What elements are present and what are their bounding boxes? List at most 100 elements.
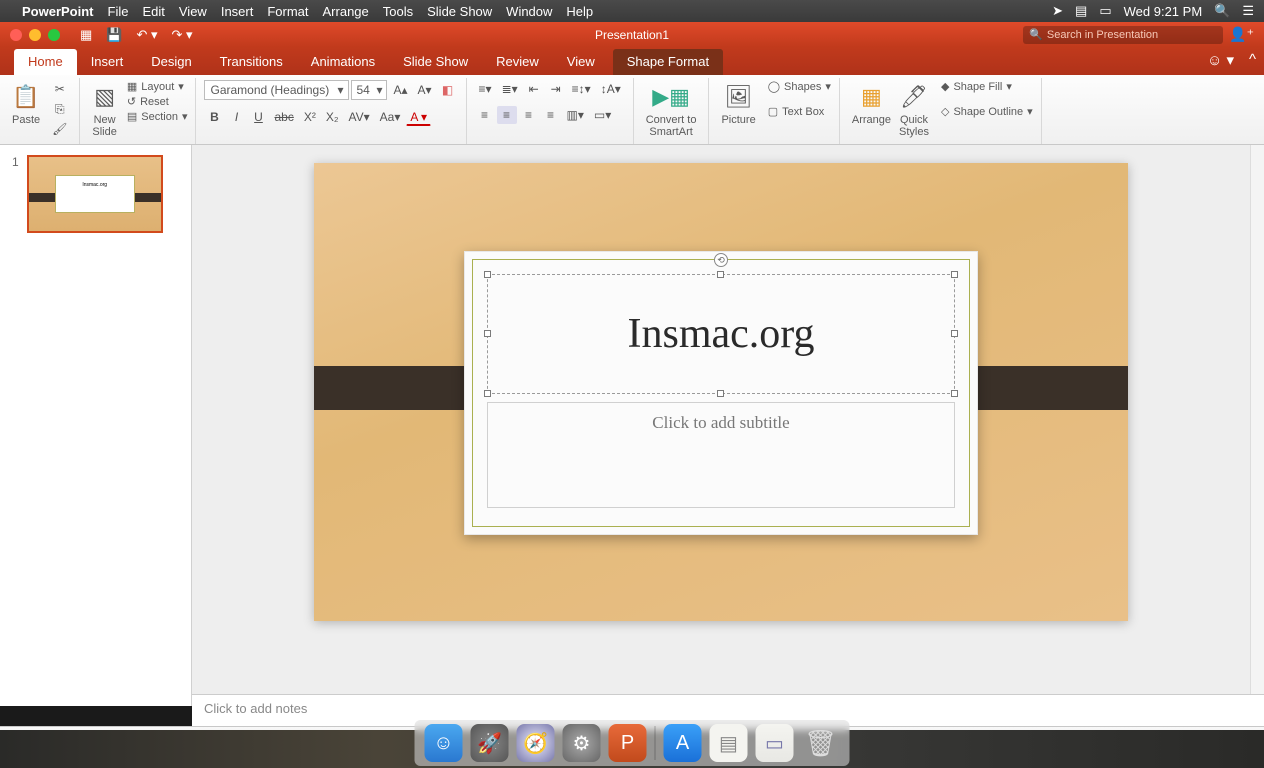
dock-appstore-icon[interactable]: A [664,724,702,762]
undo-icon[interactable]: ↶ ▾ [136,27,157,43]
app-name[interactable]: PowerPoint [22,4,94,19]
shape-fill-button[interactable]: ◆ Shape Fill ▾ [941,80,1033,93]
zoom-button[interactable] [48,29,60,41]
rotate-handle[interactable]: ⟲ [714,253,728,267]
text-direction-button[interactable]: ↕A▾ [597,80,625,98]
outdent-button[interactable]: ⇤ [524,80,544,98]
font-size-select[interactable]: 54▾ [351,80,387,100]
clock[interactable]: Wed 9:21 PM [1124,4,1203,19]
shapes-button[interactable]: ◯ Shapes ▾ [768,80,831,93]
dock-powerpoint-icon[interactable]: P [609,724,647,762]
dock-safari-icon[interactable]: 🧭 [517,724,555,762]
change-case-button[interactable]: Aa▾ [376,108,405,126]
minimize-button[interactable] [29,29,41,41]
cursor-icon[interactable]: ➤ [1052,3,1063,19]
title-textbox[interactable]: ⟲ Insmac.org [487,274,955,394]
reset-button[interactable]: ↺ Reset [127,95,188,108]
tab-home[interactable]: Home [14,49,77,75]
tab-slideshow[interactable]: Slide Show [389,49,482,75]
cut-button[interactable]: ✂ [48,80,71,98]
spotlight-icon[interactable]: 🔍 [1214,3,1230,19]
subscript-button[interactable]: X₂ [322,108,343,126]
list-icon[interactable]: ☰ [1242,3,1254,19]
menu-tools[interactable]: Tools [383,4,413,19]
handle-br[interactable] [951,390,958,397]
handle-tl[interactable] [484,271,491,278]
new-slide-button[interactable]: ▧ New Slide [88,80,120,140]
battery-icon[interactable]: ▭ [1099,3,1111,19]
menu-arrange[interactable]: Arrange [323,4,369,19]
feedback-icon[interactable]: ☺ ▾ [1207,51,1234,69]
line-spacing-button[interactable]: ≡↕▾ [568,80,595,98]
align-text-button[interactable]: ▭▾ [590,106,615,124]
convert-smartart-button[interactable]: ▶▦ Convert to SmartArt [642,80,701,140]
align-left-button[interactable]: ≡ [475,106,495,124]
menu-file[interactable]: File [108,4,129,19]
picture-button[interactable]: 🖼 Picture [717,80,759,128]
tab-review[interactable]: Review [482,49,553,75]
bullets-button[interactable]: ≡▾ [475,80,496,98]
layout-button[interactable]: ▦ Layout ▾ [127,80,188,93]
underline-button[interactable]: U [248,108,268,126]
share-icon[interactable]: 👤⁺ [1229,26,1254,43]
format-painter-button[interactable]: 🖌 [48,120,71,138]
menu-help[interactable]: Help [566,4,593,19]
arrange-button[interactable]: ▦ Arrange [848,80,895,128]
handle-bl[interactable] [484,390,491,397]
handle-t[interactable] [717,271,724,278]
handle-r[interactable] [951,330,958,337]
redo-icon[interactable]: ↷ ▾ [172,27,193,43]
section-button[interactable]: ▤ Section ▾ [127,110,188,123]
menu-format[interactable]: Format [267,4,308,19]
handle-l[interactable] [484,330,491,337]
font-family-select[interactable]: Garamond (Headings)▾ [204,80,349,100]
quick-styles-button[interactable]: 🖊 Quick Styles [895,80,933,140]
tab-shape-format[interactable]: Shape Format [613,49,723,75]
strike-button[interactable]: abc [270,108,297,126]
textbox-button[interactable]: ▢ Text Box [768,105,831,118]
grow-font-button[interactable]: A▴ [389,81,411,99]
save-icon[interactable]: 💾 [106,27,122,43]
indent-button[interactable]: ⇥ [546,80,566,98]
clear-format-button[interactable]: ◧ [438,81,458,99]
numbering-button[interactable]: ≣▾ [498,80,522,98]
menu-edit[interactable]: Edit [142,4,164,19]
slide-canvas-area[interactable]: ⟲ Insmac.org Click to add subtitle [192,145,1264,706]
char-spacing-button[interactable]: AV▾ [345,108,374,126]
title-text[interactable]: Insmac.org [627,310,814,358]
search-field[interactable]: 🔍 Search in Presentation [1023,26,1223,44]
menu-view[interactable]: View [179,4,207,19]
dock-folder-icon[interactable]: ▭ [756,724,794,762]
menu-slideshow[interactable]: Slide Show [427,4,492,19]
handle-b[interactable] [717,390,724,397]
subtitle-textbox[interactable]: Click to add subtitle [487,402,955,508]
dock-trash-icon[interactable]: 🗑 [802,724,840,762]
dock-launchpad-icon[interactable]: 🚀 [471,724,509,762]
display-icon[interactable]: ▤ [1075,3,1087,19]
dock-preferences-icon[interactable]: ⚙ [563,724,601,762]
tab-design[interactable]: Design [137,49,205,75]
view-mode-icon[interactable]: ▦ [80,27,92,43]
shrink-font-button[interactable]: A▾ [414,81,436,99]
align-right-button[interactable]: ≡ [519,106,539,124]
copy-button[interactable]: ⎘ [48,100,71,118]
tab-view[interactable]: View [553,49,609,75]
tab-transitions[interactable]: Transitions [206,49,297,75]
tab-insert[interactable]: Insert [77,49,138,75]
close-button[interactable] [10,29,22,41]
menu-window[interactable]: Window [506,4,552,19]
tab-animations[interactable]: Animations [297,49,389,75]
shape-outline-button[interactable]: ◇ Shape Outline ▾ [941,105,1033,118]
dock-document-icon[interactable]: ▤ [710,724,748,762]
bold-button[interactable]: B [204,108,224,126]
superscript-button[interactable]: X² [300,108,320,126]
italic-button[interactable]: I [226,108,246,126]
vertical-scrollbar[interactable] [1250,145,1264,706]
font-color-button[interactable]: A ▾ [406,108,431,126]
menu-insert[interactable]: Insert [221,4,254,19]
slide-1[interactable]: ⟲ Insmac.org Click to add subtitle [314,163,1128,621]
dock-finder-icon[interactable]: ☺ [425,724,463,762]
handle-tr[interactable] [951,271,958,278]
columns-button[interactable]: ▥▾ [563,106,588,124]
align-center-button[interactable]: ≡ [497,106,517,124]
